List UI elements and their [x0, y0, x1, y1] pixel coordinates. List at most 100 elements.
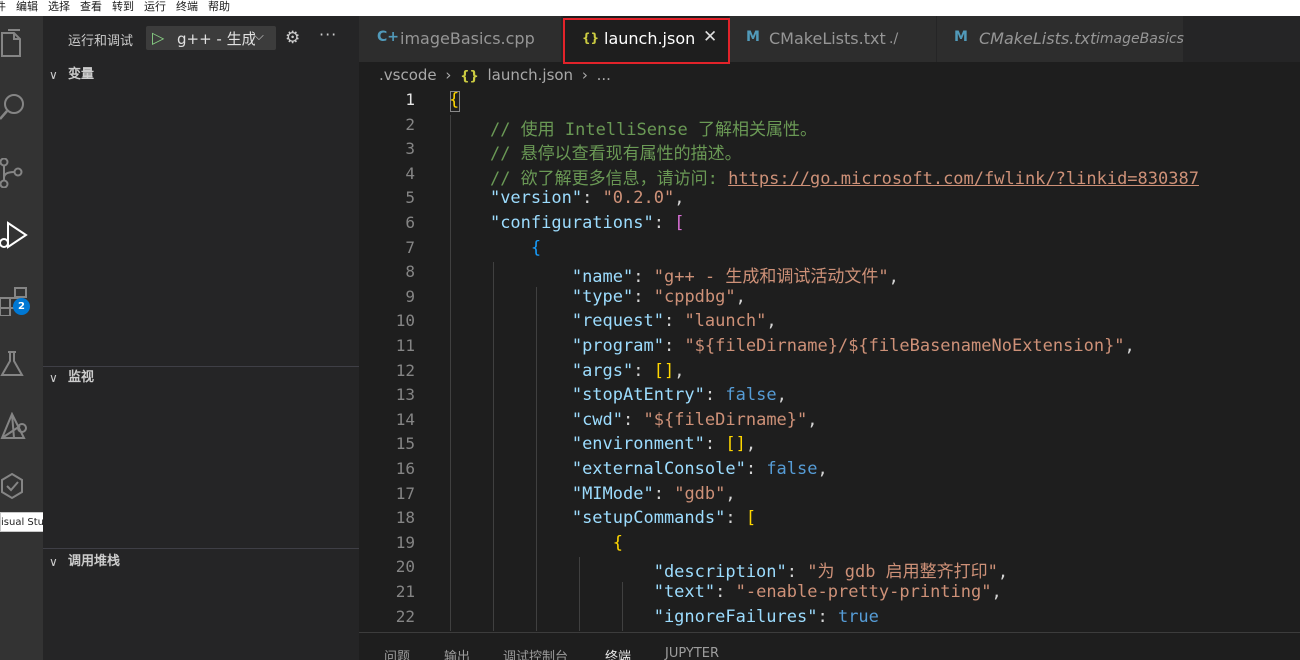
- code-line[interactable]: 11 "program": "${fileDirname}/${fileBase…: [359, 336, 1300, 361]
- menu-help[interactable]: 帮助: [208, 0, 230, 16]
- menu-edit[interactable]: 编辑: [16, 0, 38, 16]
- panel-tab-problems[interactable]: 问题: [384, 646, 410, 660]
- indent-guide: [579, 557, 580, 632]
- line-text: // 使用 IntelliSense 了解相关属性。: [489, 119, 817, 140]
- testing-icon[interactable]: [0, 341, 43, 385]
- panel-tab-terminal[interactable]: 终端: [605, 646, 631, 660]
- line-number: 8: [405, 262, 415, 282]
- code-line[interactable]: 1{: [359, 90, 1300, 115]
- line-number: 16: [395, 459, 415, 478]
- line-text: "version": "0.2.0",: [489, 188, 685, 209]
- line-number: 9: [405, 286, 415, 306]
- line-text: "MIMode": "gdb",: [571, 483, 736, 504]
- chevron-right-icon: ›: [581, 66, 588, 84]
- line-text: "args": [],: [571, 360, 685, 381]
- source-control-icon[interactable]: [0, 150, 43, 194]
- code-line[interactable]: 7 {: [359, 238, 1300, 263]
- code-line[interactable]: 2 // 使用 IntelliSense 了解相关属性。: [359, 115, 1300, 140]
- line-number: 21: [395, 582, 415, 601]
- json-file-icon: {}: [460, 69, 479, 84]
- line-number: 17: [395, 483, 415, 503]
- sidebar-title: 运行和调试: [68, 34, 134, 49]
- indent-guide: [450, 114, 451, 632]
- menu-file[interactable]: 件: [0, 0, 6, 16]
- chevron-down-icon: ∨: [49, 555, 58, 569]
- code-line[interactable]: 10 "request": "launch",: [359, 311, 1300, 336]
- code-line[interactable]: 8 "name": "g++ - 生成和调试活动文件",: [359, 262, 1300, 287]
- code-line[interactable]: 16 "externalConsole": false,: [359, 459, 1300, 484]
- tab-description: ./: [889, 31, 899, 47]
- code-line[interactable]: 3 // 悬停以查看现有属性的描述。: [359, 139, 1300, 164]
- code-line[interactable]: 21 "text": "-enable-pretty-printing",: [359, 582, 1300, 607]
- code-line[interactable]: 4 // 欲了解更多信息，请访问: https://go.microsoft.c…: [359, 164, 1300, 189]
- code-line[interactable]: 17 "MIMode": "gdb",: [359, 484, 1300, 509]
- code-line[interactable]: 20 "description": "为 gdb 启用整齐打印",: [359, 557, 1300, 582]
- code-line[interactable]: 12 "args": [],: [359, 361, 1300, 386]
- line-text: "environment": [],: [571, 434, 757, 455]
- search-icon[interactable]: [0, 84, 43, 128]
- panel-tab-output[interactable]: 输出: [444, 646, 470, 660]
- highlight-box: [563, 18, 730, 64]
- remote-icon[interactable]: [0, 464, 43, 508]
- breadcrumb-file[interactable]: launch.json: [488, 66, 574, 84]
- code-line[interactable]: 19 {: [359, 533, 1300, 558]
- code-line[interactable]: 15 "environment": [],: [359, 434, 1300, 459]
- section-divider: [43, 548, 359, 549]
- line-number: 6: [405, 213, 415, 232]
- line-number: 12: [395, 360, 415, 380]
- section-watch[interactable]: ∨ 监视: [43, 367, 359, 389]
- breadcrumb-folder[interactable]: .vscode: [379, 66, 437, 84]
- chevron-down-icon: ∨: [49, 68, 58, 82]
- menu-terminal[interactable]: 终端: [176, 0, 198, 16]
- menu-run[interactable]: 运行: [144, 0, 166, 16]
- chevron-down-icon: ∨: [49, 371, 58, 385]
- line-number: 13: [395, 385, 415, 405]
- line-text: "externalConsole": false,: [571, 459, 828, 479]
- tab-cmakelists-root[interactable]: M CMakeLists.txt ./: [730, 16, 937, 62]
- line-text: "program": "${fileDirname}/${fileBasenam…: [571, 336, 1135, 356]
- line-number: 2: [405, 114, 415, 134]
- code-line[interactable]: 18 "setupCommands": [: [359, 508, 1300, 533]
- activity-bar: 2 isual Studio Code: [0, 16, 94, 660]
- gear-icon[interactable]: ⚙: [285, 28, 300, 48]
- start-debugging-icon[interactable]: ▷: [152, 28, 164, 47]
- tab-bar: C+ imageBasics.cpp {} launch.json ✕ M CM…: [359, 16, 1300, 64]
- line-text: "ignoreFailures": true: [653, 606, 879, 627]
- line-text: "name": "g++ - 生成和调试活动文件",: [571, 267, 899, 288]
- section-label: 调用堆栈: [68, 554, 121, 569]
- code-line[interactable]: 5 "version": "0.2.0",: [359, 188, 1300, 213]
- chevron-down-icon[interactable]: ⌵: [254, 29, 264, 44]
- tab-cmakelists-imagebasics[interactable]: M CMakeLists.txt imageBasics: [937, 16, 1184, 62]
- line-number: 4: [405, 163, 415, 183]
- cmake-file-icon: M: [954, 29, 968, 45]
- tab-label: CMakeLists.txt: [769, 29, 886, 48]
- more-actions-icon[interactable]: ···: [319, 25, 337, 44]
- section-variables[interactable]: ∨ 变量: [43, 64, 359, 86]
- breadcrumb-symbol[interactable]: ...: [597, 66, 611, 84]
- tab-imagebasics-cpp[interactable]: C+ imageBasics.cpp: [359, 16, 562, 62]
- panel-tab-debug-console[interactable]: 调试控制台: [503, 646, 568, 660]
- code-line[interactable]: 6 "configurations": [: [359, 213, 1300, 238]
- line-number: 11: [395, 336, 415, 355]
- run-config-select[interactable]: ▷ g++ - 生成和调试活动文件 ⌵: [146, 26, 276, 50]
- code-line[interactable]: 13 "stopAtEntry": false,: [359, 385, 1300, 410]
- cmake-file-icon: M: [746, 29, 760, 45]
- run-config-label: g++ - 生成和调试活动文件: [177, 30, 255, 48]
- code-line[interactable]: 14 "cwd": "${fileDirname}",: [359, 410, 1300, 435]
- line-text: // 悬停以查看现有属性的描述。: [489, 144, 742, 165]
- code-line[interactable]: 22 "ignoreFailures": true: [359, 607, 1300, 632]
- section-call-stack[interactable]: ∨ 调用堆栈: [43, 551, 359, 573]
- code-line[interactable]: 9 "type": "cppdbg",: [359, 287, 1300, 312]
- menu-go[interactable]: 转到: [112, 0, 134, 16]
- run-debug-icon[interactable]: [0, 213, 43, 257]
- menu-selection[interactable]: 选择: [48, 0, 70, 16]
- line-number: 22: [395, 606, 415, 626]
- code-editor[interactable]: 1{2 // 使用 IntelliSense 了解相关属性。 3 // 悬停以查看…: [359, 90, 1300, 632]
- line-number: 19: [395, 532, 415, 552]
- line-text: "stopAtEntry": false,: [571, 385, 787, 406]
- panel-tab-jupyter[interactable]: JUPYTER: [665, 646, 719, 660]
- explorer-icon[interactable]: [0, 20, 43, 64]
- cmake-icon[interactable]: [0, 404, 43, 448]
- line-number: 7: [405, 237, 415, 257]
- menu-view[interactable]: 查看: [80, 0, 102, 16]
